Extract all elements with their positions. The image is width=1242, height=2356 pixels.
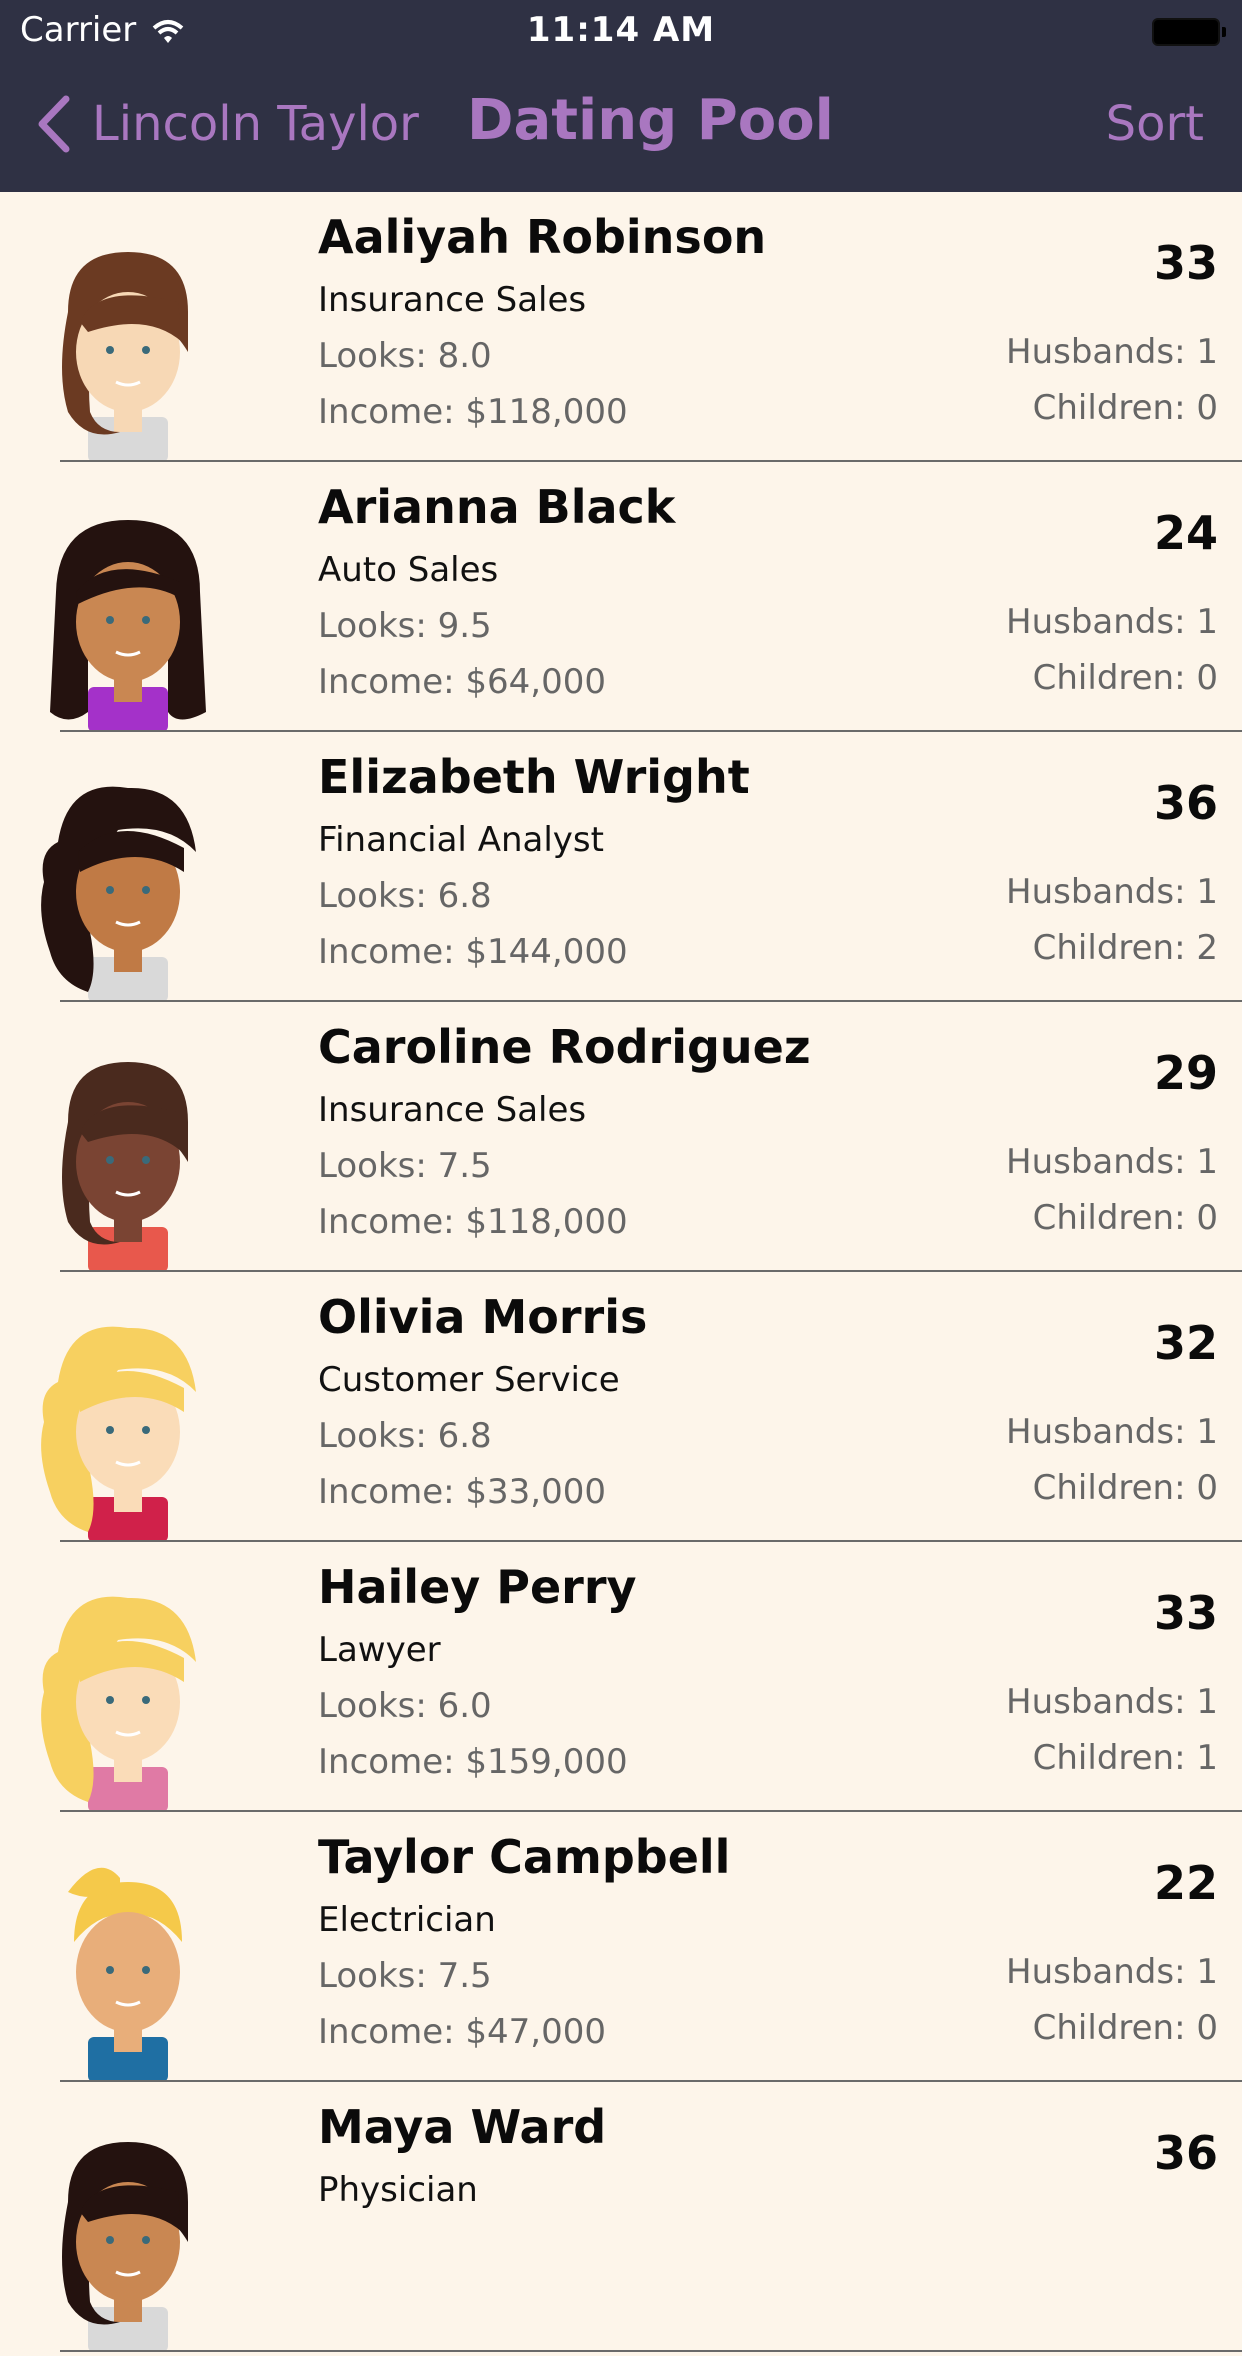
person-children: Children: 0 bbox=[1032, 2008, 1218, 2048]
avatar bbox=[28, 2132, 228, 2352]
list-item[interactable]: Taylor Campbell Electrician Looks: 7.5 Inco… bbox=[0, 1812, 1242, 2082]
avatar bbox=[28, 1052, 228, 1272]
person-name: Maya Ward bbox=[318, 2100, 607, 2154]
person-age: 33 bbox=[1153, 1586, 1218, 1640]
avatar bbox=[28, 512, 228, 732]
person-husbands: Husbands: 1 bbox=[1006, 872, 1218, 912]
person-looks: Looks: 9.5 bbox=[318, 606, 492, 646]
dating-pool-list: Aaliyah Robinson Insurance Sales Looks: 8.… bbox=[0, 192, 1242, 2352]
person-name: Elizabeth Wright bbox=[318, 750, 750, 804]
person-job: Electrician bbox=[318, 1900, 496, 1940]
back-button-label: Lincoln Taylor bbox=[92, 96, 419, 152]
person-income: Income: $118,000 bbox=[318, 1202, 628, 1242]
sort-button[interactable]: Sort bbox=[1106, 96, 1204, 152]
list-item[interactable]: Arianna Black Auto Sales Looks: 9.5 Income:… bbox=[0, 462, 1242, 732]
person-looks: Looks: 6.8 bbox=[318, 1416, 492, 1456]
person-husbands: Husbands: 1 bbox=[1006, 1952, 1218, 1992]
list-item[interactable]: Olivia Morris Customer Service Looks: 6.8 I… bbox=[0, 1272, 1242, 1542]
person-job: Customer Service bbox=[318, 1360, 620, 1400]
person-husbands: Husbands: 1 bbox=[1006, 332, 1218, 372]
battery-icon bbox=[1152, 18, 1226, 46]
person-husbands: Husbands: 1 bbox=[1006, 602, 1218, 642]
list-item[interactable]: Caroline Rodriguez Insurance Sales Looks: … bbox=[0, 1002, 1242, 1272]
avatar bbox=[28, 242, 228, 462]
person-looks: Looks: 8.0 bbox=[318, 336, 492, 376]
person-name: Caroline Rodriguez bbox=[318, 1020, 811, 1074]
person-name: Olivia Morris bbox=[318, 1290, 648, 1344]
person-husbands: Husbands: 1 bbox=[1006, 1682, 1218, 1722]
person-husbands: Husbands: 1 bbox=[1006, 1142, 1218, 1182]
row-divider bbox=[60, 2350, 1242, 2352]
person-age: 36 bbox=[1153, 776, 1218, 830]
person-looks: Looks: 7.5 bbox=[318, 1146, 492, 1186]
person-name: Taylor Campbell bbox=[318, 1830, 731, 1884]
person-income: Income: $118,000 bbox=[318, 392, 628, 432]
person-name: Aaliyah Robinson bbox=[318, 210, 767, 264]
person-age: 36 bbox=[1153, 2126, 1218, 2180]
person-job: Financial Analyst bbox=[318, 820, 604, 860]
avatar bbox=[28, 1862, 228, 2082]
avatar bbox=[28, 1592, 228, 1812]
person-children: Children: 0 bbox=[1032, 388, 1218, 428]
person-age: 29 bbox=[1153, 1046, 1218, 1100]
avatar bbox=[28, 782, 228, 1002]
person-children: Children: 0 bbox=[1032, 1468, 1218, 1508]
list-item[interactable]: Hailey Perry Lawyer Looks: 6.0 Income: $159… bbox=[0, 1542, 1242, 1812]
status-bar: Carrier 11:14 AM bbox=[0, 0, 1242, 60]
person-job: Insurance Sales bbox=[318, 1090, 587, 1130]
person-age: 24 bbox=[1153, 506, 1218, 560]
person-name: Arianna Black bbox=[318, 480, 676, 534]
person-children: Children: 0 bbox=[1032, 658, 1218, 698]
list-item[interactable]: Elizabeth Wright Financial Analyst Looks: … bbox=[0, 732, 1242, 1002]
person-age: 22 bbox=[1153, 1856, 1218, 1910]
list-item[interactable]: Maya Ward Physician 36 bbox=[0, 2082, 1242, 2352]
person-job: Lawyer bbox=[318, 1630, 441, 1670]
back-button[interactable]: Lincoln Taylor bbox=[34, 94, 419, 154]
person-income: Income: $47,000 bbox=[318, 2012, 606, 2052]
person-age: 32 bbox=[1153, 1316, 1218, 1370]
person-husbands: Husbands: 1 bbox=[1006, 1412, 1218, 1452]
avatar bbox=[28, 1322, 228, 1542]
person-income: Income: $144,000 bbox=[318, 932, 628, 972]
list-item[interactable]: Aaliyah Robinson Insurance Sales Looks: 8.… bbox=[0, 192, 1242, 462]
person-children: Children: 1 bbox=[1032, 1738, 1218, 1778]
person-income: Income: $33,000 bbox=[318, 1472, 606, 1512]
person-children: Children: 2 bbox=[1032, 928, 1218, 968]
chevron-left-icon bbox=[38, 95, 70, 153]
person-children: Children: 0 bbox=[1032, 1198, 1218, 1238]
page-title: Dating Pool bbox=[467, 88, 834, 153]
person-looks: Looks: 7.5 bbox=[318, 1956, 492, 1996]
person-age: 33 bbox=[1153, 236, 1218, 290]
person-job: Auto Sales bbox=[318, 550, 499, 590]
person-job: Physician bbox=[318, 2170, 478, 2210]
status-time: 11:14 AM bbox=[526, 10, 716, 50]
navigation-header: Carrier 11:14 AM Lincoln Taylor Dating P… bbox=[0, 0, 1242, 192]
nav-bar: Lincoln Taylor Dating Pool Sort bbox=[0, 60, 1242, 192]
person-income: Income: $64,000 bbox=[318, 662, 606, 702]
person-name: Hailey Perry bbox=[318, 1560, 637, 1614]
person-looks: Looks: 6.8 bbox=[318, 876, 492, 916]
person-income: Income: $159,000 bbox=[318, 1742, 628, 1782]
person-job: Insurance Sales bbox=[318, 280, 587, 320]
person-looks: Looks: 6.0 bbox=[318, 1686, 492, 1726]
